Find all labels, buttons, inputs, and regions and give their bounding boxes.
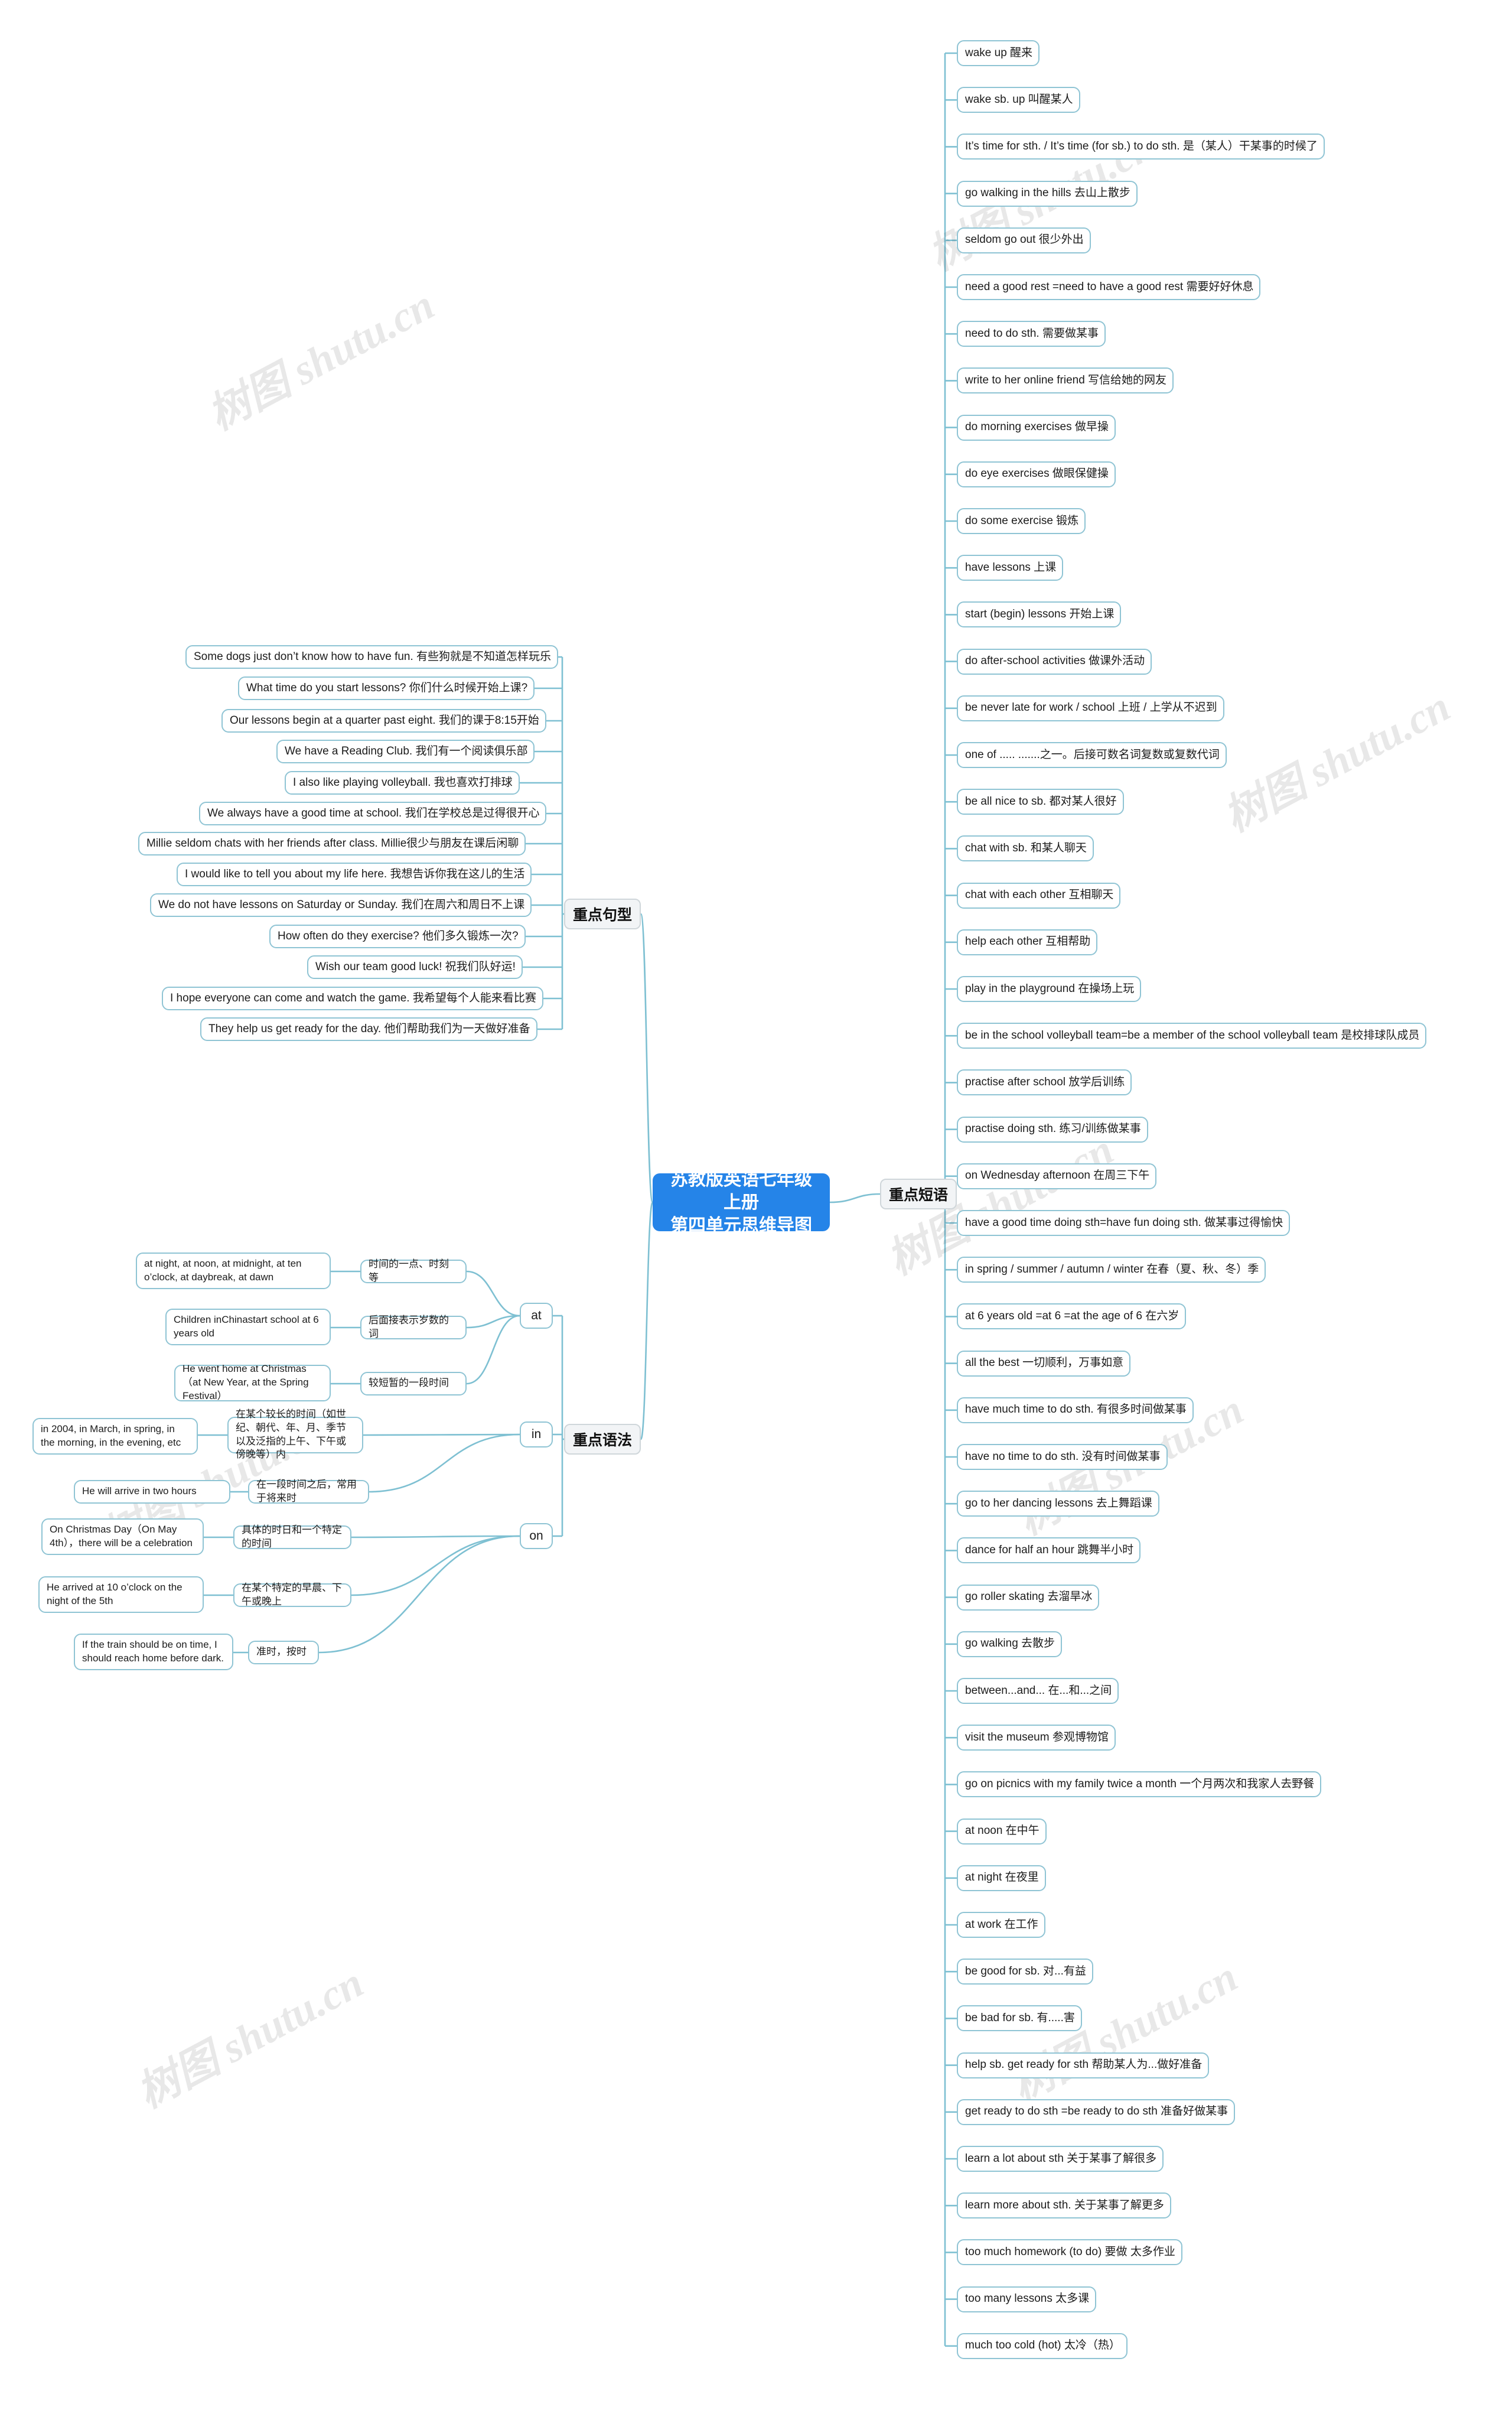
sentence-node[interactable]: I would like to tell you about my life h…: [177, 863, 532, 886]
sentence-node[interactable]: Millie seldom chats with her friends aft…: [138, 832, 526, 855]
phrase-node[interactable]: be good for sb. 对...有益: [957, 1959, 1093, 1985]
sentence-node[interactable]: We do not have lessons on Saturday or Su…: [150, 893, 532, 917]
grammar-example-node[interactable]: He will arrive in two hours: [74, 1480, 230, 1504]
phrase-node[interactable]: need to do sth. 需要做某事: [957, 321, 1106, 347]
grammar-example-node[interactable]: On Christmas Day（On May 4th），there will …: [41, 1518, 204, 1555]
sentence-node[interactable]: I hope everyone can come and watch the g…: [162, 987, 543, 1010]
phrase-node[interactable]: chat with sb. 和某人聊天: [957, 835, 1094, 862]
grammar-example-node[interactable]: Children inChinastart school at 6 years …: [165, 1309, 331, 1345]
branch-label-phrases[interactable]: 重点短语: [880, 1179, 957, 1209]
root-title-line: 第四单元思维导图: [670, 1215, 812, 1235]
phrase-node[interactable]: wake sb. up 叫醒某人: [957, 87, 1080, 113]
preposition-node-at[interactable]: at: [520, 1303, 553, 1329]
phrase-node[interactable]: help sb. get ready for sth 帮助某人为...做好准备: [957, 2052, 1209, 2078]
phrase-node[interactable]: practise after school 放学后训练: [957, 1069, 1132, 1096]
phrase-node[interactable]: learn more about sth. 关于某事了解更多: [957, 2192, 1171, 2219]
watermark-text: 树图 shutu.cn: [129, 1959, 371, 2117]
phrase-node[interactable]: have no time to do sth. 没有时间做某事: [957, 1444, 1168, 1470]
phrase-node[interactable]: do after-school activities 做课外活动: [957, 648, 1152, 675]
phrase-node[interactable]: too many lessons 太多课: [957, 2286, 1096, 2312]
watermark-text: 树图 shutu.cn: [1216, 682, 1458, 841]
phrase-node[interactable]: do eye exercises 做眼保健操: [957, 461, 1116, 487]
phrase-node[interactable]: between...and... 在...和...之间: [957, 1678, 1119, 1704]
phrase-node[interactable]: dance for half an hour 跳舞半小时: [957, 1537, 1140, 1564]
phrase-node[interactable]: go walking in the hills 去山上散步: [957, 180, 1138, 207]
sentence-node[interactable]: Wish our team good luck! 祝我们队好运!: [307, 955, 523, 979]
grammar-note-node[interactable]: 在某个较长的时间（如世纪、朝代、年、月、季节以及泛指的上午、下午或傍晚等）内: [227, 1408, 363, 1460]
sentence-node[interactable]: What time do you start lessons? 你们什么时候开始…: [238, 676, 535, 700]
root-title-line: 苏教版英语七年级上册: [670, 1169, 812, 1212]
phrase-node[interactable]: all the best 一切顺利，万事如意: [957, 1350, 1130, 1377]
grammar-note-node[interactable]: 在一段时间之后，常用于将来时: [248, 1479, 369, 1504]
phrase-node[interactable]: be never late for work / school 上班 / 上学从…: [957, 695, 1224, 721]
grammar-example-node[interactable]: He arrived at 10 o’clock on the night of…: [38, 1576, 204, 1613]
phrase-node[interactable]: go walking 去散步: [957, 1631, 1062, 1657]
phrase-node[interactable]: go to her dancing lessons 去上舞蹈课: [957, 1491, 1159, 1517]
phrase-node[interactable]: visit the museum 参观博物馆: [957, 1725, 1116, 1751]
sentence-node[interactable]: We have a Reading Club. 我们有一个阅读俱乐部: [276, 740, 535, 763]
grammar-example-node[interactable]: at night, at noon, at midnight, at ten o…: [136, 1253, 331, 1289]
sentence-node[interactable]: They help us get ready for the day. 他们帮助…: [200, 1017, 537, 1041]
phrase-node[interactable]: have lessons 上课: [957, 555, 1063, 581]
branch-label-sentences[interactable]: 重点句型: [564, 899, 641, 929]
branch-label-grammar[interactable]: 重点语法: [564, 1424, 641, 1455]
sentence-node[interactable]: Some dogs just don’t know how to have fu…: [185, 645, 558, 669]
sentence-node[interactable]: We always have a good time at school. 我们…: [199, 802, 546, 825]
phrase-node[interactable]: at work 在工作: [957, 1912, 1045, 1938]
phrase-node[interactable]: be all nice to sb. 都对某人很好: [957, 789, 1124, 815]
phrase-node[interactable]: go on picnics with my family twice a mon…: [957, 1771, 1321, 1798]
grammar-note-node[interactable]: 较短暂的一段时间: [360, 1372, 467, 1395]
phrase-node[interactable]: do some exercise 锻炼: [957, 508, 1086, 534]
watermark-text: 树图 shutu.cn: [200, 281, 442, 440]
phrase-node[interactable]: have a good time doing sth=have fun doin…: [957, 1210, 1290, 1236]
phrase-node[interactable]: learn a lot about sth 关于某事了解很多: [957, 2146, 1164, 2172]
phrase-node[interactable]: in spring / summer / autumn / winter 在春（…: [957, 1257, 1266, 1283]
phrase-node[interactable]: at night 在夜里: [957, 1865, 1046, 1891]
sentence-node[interactable]: Our lessons begin at a quarter past eigh…: [221, 709, 546, 733]
phrase-node[interactable]: wake up 醒来: [957, 40, 1040, 66]
phrase-node[interactable]: one of ..... .......之一。后接可数名词复数或复数代词: [957, 742, 1227, 768]
grammar-example-node[interactable]: He went home at Christmas （at New Year, …: [174, 1363, 331, 1401]
grammar-note-node[interactable]: 在某个特定的早晨、下午或晚上: [233, 1582, 351, 1607]
phrase-node[interactable]: much too cold (hot) 太冷（热）: [957, 2333, 1128, 2359]
phrase-node[interactable]: be in the school volleyball team=be a me…: [957, 1023, 1426, 1049]
phrase-node[interactable]: play in the playground 在操场上玩: [957, 976, 1141, 1002]
phrase-node[interactable]: practise doing sth. 练习/训练做某事: [957, 1116, 1148, 1143]
phrase-node[interactable]: seldom go out 很少外出: [957, 227, 1091, 253]
sentence-node[interactable]: I also like playing volleyball. 我也喜欢打排球: [285, 771, 520, 795]
grammar-note-node[interactable]: 时间的一点、时刻等: [360, 1258, 467, 1283]
phrase-node[interactable]: get ready to do sth =be ready to do sth …: [957, 2099, 1235, 2125]
phrase-node[interactable]: start (begin) lessons 开始上课: [957, 601, 1121, 628]
grammar-note-node[interactable]: 准时，按时: [248, 1641, 319, 1664]
grammar-example-node[interactable]: If the train should be on time, I should…: [74, 1634, 233, 1670]
phrase-node[interactable]: go roller skating 去溜旱冰: [957, 1584, 1099, 1611]
preposition-node-on[interactable]: on: [520, 1523, 553, 1549]
phrase-node[interactable]: It’s time for sth. / It’s time (for sb.)…: [957, 134, 1325, 160]
phrase-node[interactable]: on Wednesday afternoon 在周三下午: [957, 1163, 1156, 1189]
phrase-node[interactable]: need a good rest =need to have a good re…: [957, 274, 1260, 300]
root-node[interactable]: 苏教版英语七年级上册第四单元思维导图: [653, 1170, 830, 1235]
phrase-node[interactable]: write to her online friend 写信给她的网友: [957, 367, 1174, 394]
grammar-note-node[interactable]: 后面接表示岁数的词: [360, 1315, 467, 1339]
sentence-node[interactable]: How often do they exercise? 他们多久锻炼一次?: [269, 925, 526, 948]
phrase-node[interactable]: at noon 在中午: [957, 1818, 1047, 1845]
grammar-note-node[interactable]: 具体的时日和一个特定的时间: [233, 1524, 351, 1549]
phrase-node[interactable]: too much homework (to do) 要做 太多作业: [957, 2239, 1182, 2266]
phrase-node[interactable]: be bad for sb. 有.....害: [957, 2005, 1082, 2032]
preposition-node-in[interactable]: in: [520, 1421, 553, 1447]
phrase-node[interactable]: chat with each other 互相聊天: [957, 882, 1120, 909]
phrase-node[interactable]: help each other 互相帮助: [957, 929, 1097, 955]
phrase-node[interactable]: at 6 years old =at 6 =at the age of 6 在六…: [957, 1303, 1186, 1330]
phrase-node[interactable]: do morning exercises 做早操: [957, 414, 1116, 441]
phrase-node[interactable]: have much time to do sth. 有很多时间做某事: [957, 1397, 1194, 1423]
grammar-example-node[interactable]: in 2004, in March, in spring, in the mor…: [32, 1418, 198, 1455]
